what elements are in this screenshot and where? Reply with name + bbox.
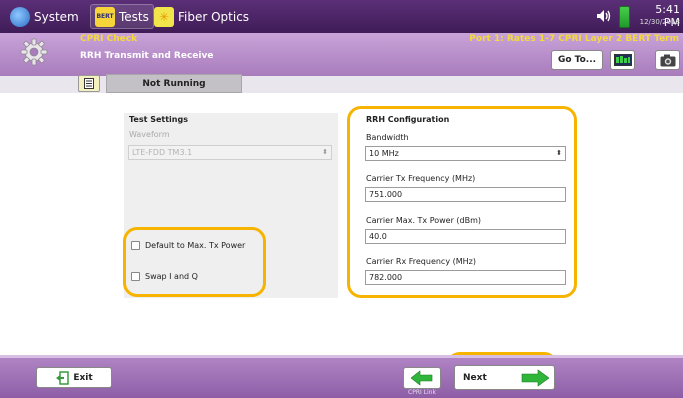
back-caption: CPRI Link: [408, 389, 436, 396]
tab-system-label: System: [34, 9, 79, 24]
left-arrow-icon: [411, 370, 433, 386]
exit-icon: [56, 370, 70, 385]
port-info: Port 1: Rates 1-7 CPRI Layer 2 BERT Term: [469, 34, 679, 44]
camera-icon: [660, 54, 675, 66]
rrh-config-highlight: [347, 106, 577, 298]
battery-icon: [619, 6, 630, 28]
fiber-optics-icon: ✳: [154, 6, 174, 27]
signal-view-button[interactable]: [610, 50, 635, 70]
exit-label: Exit: [73, 372, 93, 383]
screen-title: RRH Transmit and Receive: [80, 51, 214, 61]
test-settings-heading: Test Settings: [129, 115, 188, 124]
select-arrows-icon: ⬍: [322, 148, 328, 156]
bottom-bar-edge: [0, 355, 683, 358]
bert-icon-text: BERT: [96, 13, 114, 20]
test-name: CPRI Check: [80, 34, 138, 44]
checkbox-group-highlight: [123, 227, 266, 297]
back-button[interactable]: [403, 367, 441, 389]
signal-monitor-icon: [613, 54, 632, 66]
top-bar: System BERT Tests ✳ Fiber Optics 5:41 PM…: [0, 0, 683, 33]
speaker-icon[interactable]: [596, 9, 612, 23]
tab-fiber-optics-label: Fiber Optics: [178, 9, 250, 24]
waveform-select[interactable]: LTE-FDD TM3.1 ⬍: [128, 145, 332, 160]
waveform-value: LTE-FDD TM3.1: [132, 148, 193, 157]
next-label: Next: [463, 373, 487, 383]
exit-button[interactable]: Exit: [36, 367, 112, 388]
tab-tests-label: Tests: [119, 9, 149, 24]
waveform-label: Waveform: [129, 130, 170, 139]
status-strip: [0, 76, 683, 93]
test-header: CPRI Check RRH Transmit and Receive Port…: [0, 33, 683, 76]
right-arrow-icon: [521, 369, 549, 387]
tab-tests[interactable]: BERT Tests: [90, 4, 154, 29]
document-icon: [84, 78, 94, 89]
results-doc-button[interactable]: [78, 75, 100, 92]
next-button[interactable]: Next: [454, 365, 555, 390]
run-status-tab[interactable]: Not Running: [106, 74, 242, 93]
goto-button[interactable]: Go To...: [551, 50, 603, 70]
system-globe-icon: [10, 6, 30, 27]
bert-tests-icon: BERT: [95, 6, 115, 27]
tab-system[interactable]: System: [6, 4, 83, 29]
gear-icon: [20, 38, 48, 66]
screenshot-button[interactable]: [655, 50, 680, 70]
tab-fiber-optics[interactable]: ✳ Fiber Optics: [150, 4, 253, 29]
clock-date: 12/30/2018: [639, 18, 680, 26]
